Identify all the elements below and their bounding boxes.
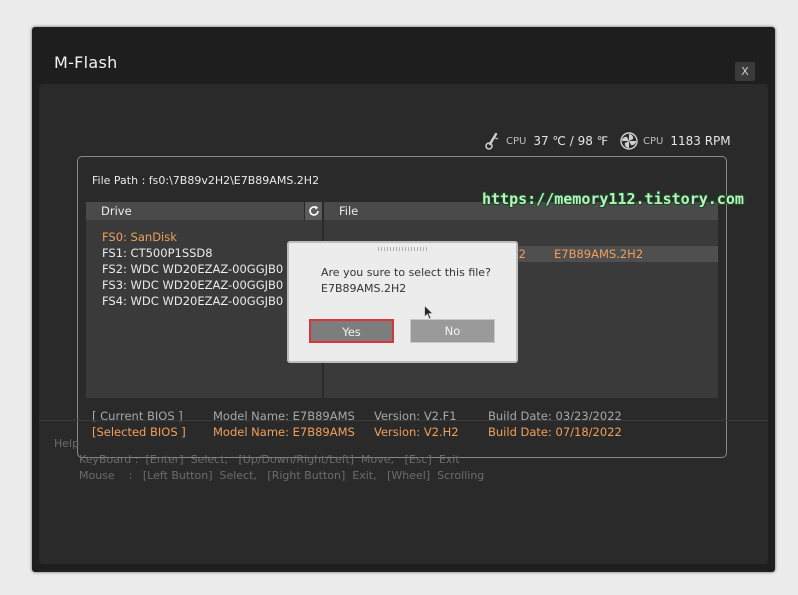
refresh-button[interactable] (304, 202, 322, 220)
selected-bios-model: Model Name: E7B89AMS (213, 425, 355, 439)
refresh-icon (308, 205, 319, 216)
help-title: Help (54, 437, 80, 450)
no-button[interactable]: No (410, 319, 495, 343)
yes-button[interactable]: Yes (309, 319, 394, 343)
drive-item[interactable]: FS1: CT500P1SSD8 (102, 246, 213, 260)
thermometer-icon (485, 132, 499, 150)
selected-bios-label: [Selected BIOS ] (92, 425, 186, 439)
dialog-message: Are you sure to select this file? E7B89A… (321, 265, 491, 297)
drive-item[interactable]: FS0: SanDisk (102, 230, 177, 244)
cpu-fan-sensor: CPU 1183 RPM (620, 132, 731, 150)
dialog-question: Are you sure to select this file? (321, 266, 491, 279)
selected-bios-version: Version: V2.H2 (374, 425, 459, 439)
window-title: M-Flash (54, 53, 118, 72)
cpu-fan-value: 1183 RPM (670, 134, 731, 148)
dialog-grip[interactable] (378, 247, 428, 251)
drive-item[interactable]: FS2: WDC WD20EZAZ-00GGJB0 (102, 262, 283, 276)
confirm-dialog: Are you sure to select this file? E7B89A… (287, 241, 518, 363)
fan-icon (620, 132, 638, 150)
file-name: E7B89AMS.2H2 (554, 247, 644, 261)
dialog-filename: E7B89AMS.2H2 (321, 282, 407, 295)
cpu-temp-label: CPU (506, 135, 527, 147)
help-keyboard: KeyBoard : [Enter] Select, [Up/Down/Righ… (79, 453, 460, 466)
drive-item[interactable]: FS4: WDC WD20EZAZ-00GGJB0 (102, 294, 283, 308)
cpu-fan-label: CPU (643, 135, 664, 147)
watermark-text: https://memory112.tistory.com (482, 190, 744, 208)
close-button[interactable]: X (735, 62, 755, 81)
help-separator (39, 420, 768, 421)
selected-bios-date: Build Date: 07/18/2022 (488, 425, 622, 439)
help-mouse: Mouse : [Left Button] Select, [Right But… (79, 469, 485, 482)
drive-item[interactable]: FS3: WDC WD20EZAZ-00GGJB0 (102, 278, 283, 292)
cpu-temp-sensor: CPU 37 ℃ / 98 ℉ (485, 132, 608, 150)
file-path: File Path : fs0:\7B89v2H2\E7B89AMS.2H2 (92, 174, 320, 187)
cpu-temp-value: 37 ℃ / 98 ℉ (533, 134, 609, 148)
drive-column-header: Drive (86, 202, 304, 220)
mouse-cursor-icon (424, 305, 434, 320)
